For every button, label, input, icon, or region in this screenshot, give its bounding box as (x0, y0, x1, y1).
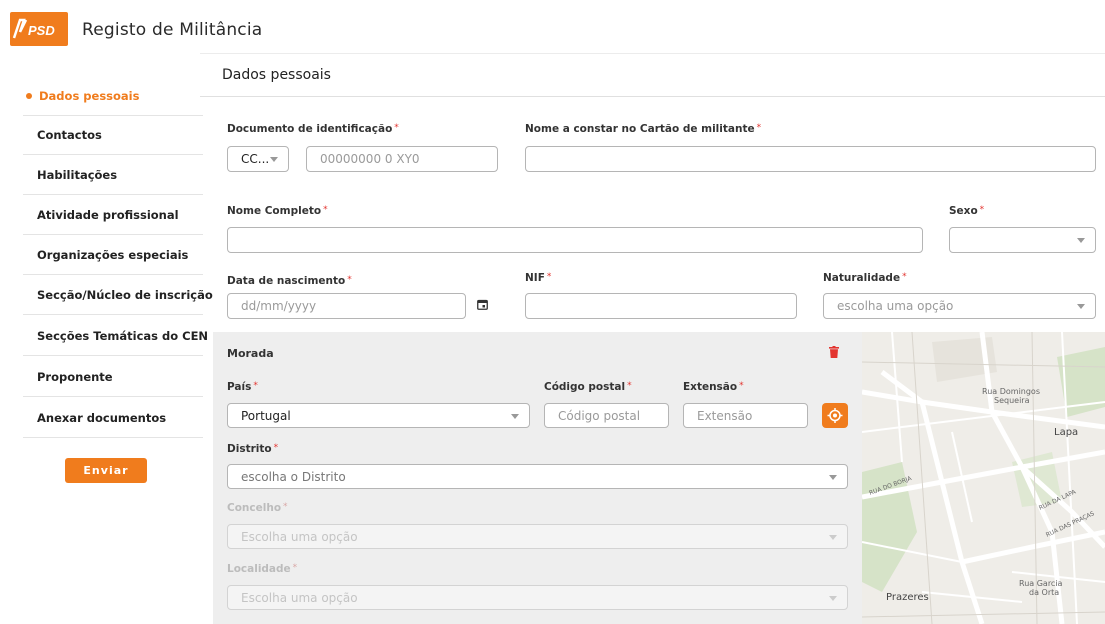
extension-label: Extensão * (683, 381, 744, 393)
submit-button[interactable]: Enviar (65, 458, 147, 483)
sidebar-item-anexar-documentos[interactable]: Anexar documentos (23, 398, 203, 438)
sidebar-item-label: Secção/Núcleo de inscrição (37, 287, 213, 302)
chevron-down-icon (829, 535, 837, 540)
chevron-down-icon (1077, 238, 1085, 243)
address-title: Morada (227, 347, 274, 360)
country-label: País * (227, 381, 258, 393)
logo-text: PSD (28, 23, 55, 38)
county-label: Concelho * (227, 502, 288, 514)
sidebar-item-habilitacoes[interactable]: Habilitações (23, 155, 203, 195)
doc-number-input[interactable]: 00000000 0 XY0 (306, 146, 498, 172)
sidebar-item-organizacoes-especiais[interactable]: Organizações especiais (23, 235, 203, 275)
sidebar-item-proponente[interactable]: Proponente (23, 357, 203, 397)
card-name-input[interactable] (525, 146, 1096, 172)
app-title: Registo de Militância (82, 20, 263, 40)
sidebar-item-label: Secções Temáticas do CEN (37, 328, 209, 343)
sidebar-item-label: Anexar documentos (37, 410, 167, 425)
sidebar-item-label: Organizações especiais (37, 247, 189, 262)
crosshair-icon (827, 408, 843, 423)
map-label: Rua Domingos (982, 387, 1040, 396)
locality-label: Localidade * (227, 563, 298, 575)
sex-select[interactable] (949, 227, 1096, 253)
nif-label: NIF * (525, 272, 552, 284)
section-divider (200, 96, 1105, 97)
county-select[interactable]: Escolha uma opção (227, 524, 848, 549)
naturality-select[interactable]: escolha uma opção (823, 293, 1096, 319)
birth-date-input[interactable]: dd/mm/yyyy (227, 293, 466, 319)
map-label: Prazeres (886, 592, 929, 603)
full-name-label: Nome Completo * (227, 205, 328, 217)
map-label: Lapa (1054, 427, 1078, 438)
trash-icon[interactable] (829, 346, 839, 358)
address-map[interactable]: Rua Domingos Sequeira Lapa RUA DO BORJA … (862, 332, 1105, 624)
sex-label: Sexo * (949, 205, 985, 217)
chevron-down-icon (829, 596, 837, 601)
sidebar-item-atividade-profissional[interactable]: Atividade profissional (23, 195, 203, 235)
sidebar-item-label: Proponente (37, 369, 113, 384)
chevron-down-icon (829, 475, 837, 480)
sidebar-item-seccao-nucleo[interactable]: Secção/Núcleo de inscrição (23, 275, 213, 315)
district-select[interactable]: escolha o Distrito (227, 464, 848, 489)
birth-date-label: Data de nascimento * (227, 275, 352, 287)
postal-code-label: Código postal * (544, 381, 632, 393)
map-label: Sequeira (994, 396, 1030, 405)
naturality-label: Naturalidade * (823, 272, 907, 284)
sidebar-item-label: Atividade profissional (37, 207, 179, 222)
district-label: Distrito * (227, 443, 279, 455)
map-label: Rua Garcia (1019, 579, 1063, 588)
sidebar-item-contactos[interactable]: Contactos (23, 115, 203, 155)
card-name-label: Nome a constar no Cartão de militante * (525, 123, 762, 135)
chevron-down-icon (511, 414, 519, 419)
psd-logo: PSD (10, 12, 68, 46)
doc-type-select[interactable]: CC... (227, 146, 289, 172)
map-label: da Orta (1029, 588, 1059, 597)
extension-input[interactable]: Extensão (683, 403, 808, 428)
sidebar-item-dados-pessoais[interactable]: Dados pessoais (23, 76, 203, 116)
sidebar-item-label: Contactos (37, 128, 102, 142)
chevron-down-icon (1077, 304, 1085, 309)
chevron-down-icon (270, 157, 278, 162)
sidebar-item-label: Habilitações (37, 167, 118, 182)
doc-id-label: Documento de identificação * (227, 123, 399, 135)
full-name-input[interactable] (227, 227, 923, 253)
header-divider (200, 53, 1105, 54)
postal-code-input[interactable]: Código postal (544, 403, 669, 428)
section-title: Dados pessoais (222, 67, 331, 83)
locality-select[interactable]: Escolha uma opção (227, 585, 848, 610)
sidebar-item-label: Dados pessoais (39, 89, 140, 103)
active-dot-icon (26, 93, 32, 99)
calendar-icon[interactable] (477, 299, 488, 310)
locate-button[interactable] (822, 403, 848, 428)
sidebar-item-seccoes-tematicas[interactable]: Secções Temáticas do CEN (23, 316, 208, 356)
country-select[interactable]: Portugal (227, 403, 530, 428)
map-canvas: Rua Domingos Sequeira Lapa RUA DO BORJA … (862, 332, 1105, 624)
nif-input[interactable] (525, 293, 797, 319)
